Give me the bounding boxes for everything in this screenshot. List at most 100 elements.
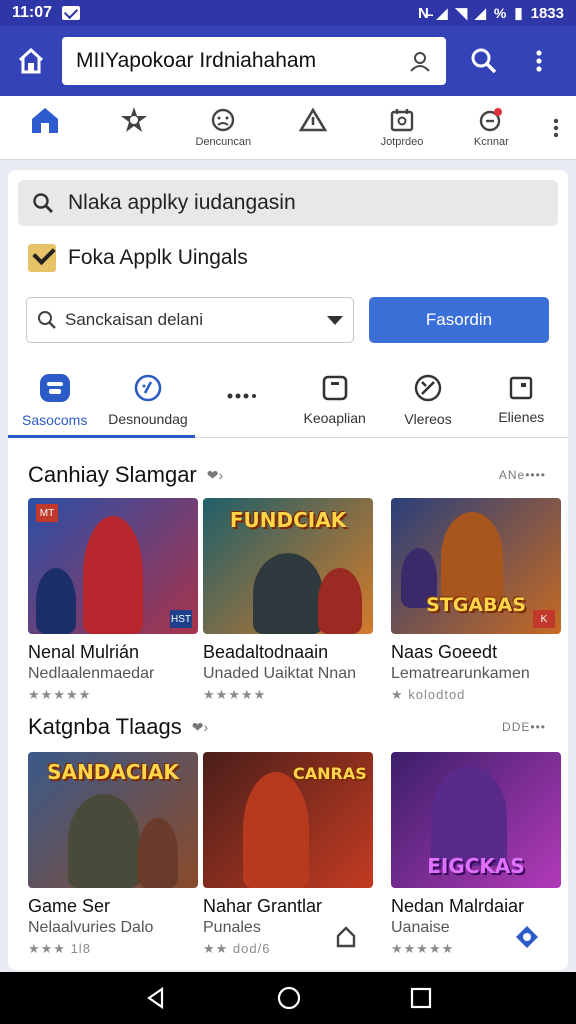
game-banner: EIGCKAS: [427, 854, 525, 878]
game-card[interactable]: MT HST Nenal Mulrián Nedlaalenmaedar ★★★…: [28, 498, 198, 703]
sword-icon: [414, 374, 442, 401]
fab-button[interactable]: [512, 922, 542, 952]
share-button[interactable]: [330, 922, 360, 952]
game-title: Nahar Grantlar: [203, 896, 323, 916]
game-badge: K: [533, 610, 555, 628]
game-rating: ★ kolodtod: [391, 687, 466, 702]
game-rating: ★★★ 1l8: [28, 941, 91, 956]
tab-elienes[interactable]: Elienes: [475, 362, 568, 437]
section-more-link[interactable]: DDE•••: [502, 720, 546, 734]
game-card[interactable]: SANDACIAK Game Ser Nelaalvuries Dalo ★★★…: [28, 752, 198, 957]
content-card: Nlaka applky iudangasin Foka Applk Uinga…: [8, 170, 568, 970]
section-title[interactable]: Canhiay Slamgar ❤›: [28, 462, 223, 488]
game-subtitle: Unaded Uaiktat Nnan: [203, 665, 356, 682]
tab-more[interactable]: [195, 362, 288, 437]
face-icon: [212, 108, 235, 132]
recents-icon[interactable]: [410, 987, 432, 1009]
game-banner: FUNDCIAK: [229, 508, 347, 532]
status-indicators: N̶ ◢ ◥ ◢ % ▮ 1833: [417, 4, 564, 23]
game-thumbnail: EIGCKAS: [391, 752, 561, 888]
share-icon: [336, 926, 356, 948]
status-bar: 11:07 N̶ ◢ ◥ ◢ % ▮ 1833: [0, 0, 576, 26]
game-banner: SANDACIAK: [47, 760, 179, 784]
game-subtitle: Nedlaalenmaedar: [28, 665, 155, 682]
hero-figure: [318, 568, 362, 634]
search-icon: [471, 48, 497, 74]
game-title: Naas Goeedt: [391, 642, 498, 662]
tab-vlereos[interactable]: Vlereos: [381, 362, 474, 437]
address-field[interactable]: MIIYapokoar Irdniahaham: [62, 37, 446, 85]
game-title: Game Ser: [28, 896, 111, 916]
nav-home[interactable]: [0, 96, 89, 159]
hero-figure: [138, 818, 178, 888]
section-title[interactable]: Katgnba Tlaags ❤›: [28, 714, 208, 740]
hero-figure: [68, 794, 140, 888]
game-subtitle: Lematrearunkamen: [391, 665, 530, 682]
more-vert-icon: [536, 50, 542, 72]
hero-figure: [36, 568, 76, 634]
nav-kcnnar[interactable]: Kcnnar: [447, 96, 536, 159]
checkbox[interactable]: [28, 244, 56, 272]
game-card[interactable]: FUNDCIAK Beadaltodnaain Unaded Uaiktat N…: [203, 498, 373, 703]
mail-notification-icon: [62, 6, 81, 20]
search-button[interactable]: [446, 47, 522, 75]
game-thumbnail: CANRAS: [203, 752, 373, 888]
frame-icon: [322, 375, 347, 400]
game-thumbnail: STGABAS K: [391, 498, 561, 634]
primary-button[interactable]: Fasordin: [369, 297, 549, 343]
select-value: Sanckaisan delani: [65, 310, 203, 329]
dots-icon: [227, 393, 257, 398]
game-badge: MT: [36, 504, 58, 522]
nav-dencuncan[interactable]: Dencuncan: [179, 96, 268, 159]
home-circle-icon[interactable]: [276, 985, 302, 1011]
app-icon: [39, 373, 70, 402]
game-card[interactable]: STGABAS K Naas Goeedt Lematrearunkamen ★…: [391, 498, 561, 703]
vibrate-icon: ◢: [436, 4, 448, 21]
window-icon: [510, 376, 533, 399]
nav-alerts[interactable]: [268, 96, 357, 159]
star-gear-icon: [120, 107, 147, 132]
tab-sasocoms[interactable]: Sasocoms: [8, 362, 102, 438]
search-text: Nlaka applky iudangasin: [68, 191, 296, 214]
battery-icon: ▮: [514, 5, 523, 22]
game-title: Nedan Malrdaiar: [391, 896, 525, 916]
status-time: 11:07: [12, 4, 53, 21]
nav-featured[interactable]: [89, 96, 178, 159]
app-bar: MIIYapokoar Irdniahaham: [0, 26, 576, 96]
move-icon: [516, 926, 538, 948]
profile-icon[interactable]: [408, 49, 432, 73]
hero-figure: [83, 516, 143, 634]
game-rating: ★★★★★: [203, 687, 267, 702]
wifi-icon: ◥: [455, 5, 468, 22]
nfc-icon: N̶: [417, 4, 429, 22]
search-input[interactable]: Nlaka applky iudangasin: [18, 180, 558, 226]
signal-icon: ◢: [475, 4, 486, 21]
game-title: Beadaltodnaain: [203, 642, 329, 662]
game-thumbnail: MT HST: [28, 498, 198, 634]
hero-figure: [243, 772, 309, 888]
hero-figure: [441, 512, 503, 602]
game-banner: STGABAS: [426, 594, 526, 616]
notification-icon: [480, 108, 503, 132]
tab-keoaplian[interactable]: Keoaplian: [288, 362, 381, 437]
home-button[interactable]: [0, 26, 62, 96]
more-vert-icon: [553, 118, 559, 137]
nav-jotprdeo[interactable]: Jotprdeo: [357, 96, 446, 159]
category-select[interactable]: Sanckaisan delani: [26, 297, 354, 343]
category-nav: Dencuncan Jotprdeo Kcnnar: [0, 96, 576, 160]
tab-desnoundag[interactable]: Desnoundag: [101, 362, 195, 438]
game-subtitle: Nelaalvuries Dalo: [28, 919, 154, 936]
game-thumbnail: FUNDCIAK: [203, 498, 373, 634]
calendar-icon: [390, 109, 414, 132]
checkbox-label: Foka Applk Uingals: [68, 246, 248, 269]
hero-figure: [253, 553, 323, 634]
game-banner: CANRAS: [293, 764, 367, 783]
section-more-link[interactable]: ANe••••: [499, 468, 546, 482]
filter-checkbox-row[interactable]: Foka Applk Uingals: [28, 244, 248, 272]
hero-figure: [431, 766, 507, 866]
nav-more[interactable]: [536, 96, 576, 159]
back-icon[interactable]: [144, 986, 168, 1010]
compass-icon: [134, 374, 162, 401]
overflow-menu-button[interactable]: [522, 49, 556, 73]
home-icon: [31, 108, 58, 133]
